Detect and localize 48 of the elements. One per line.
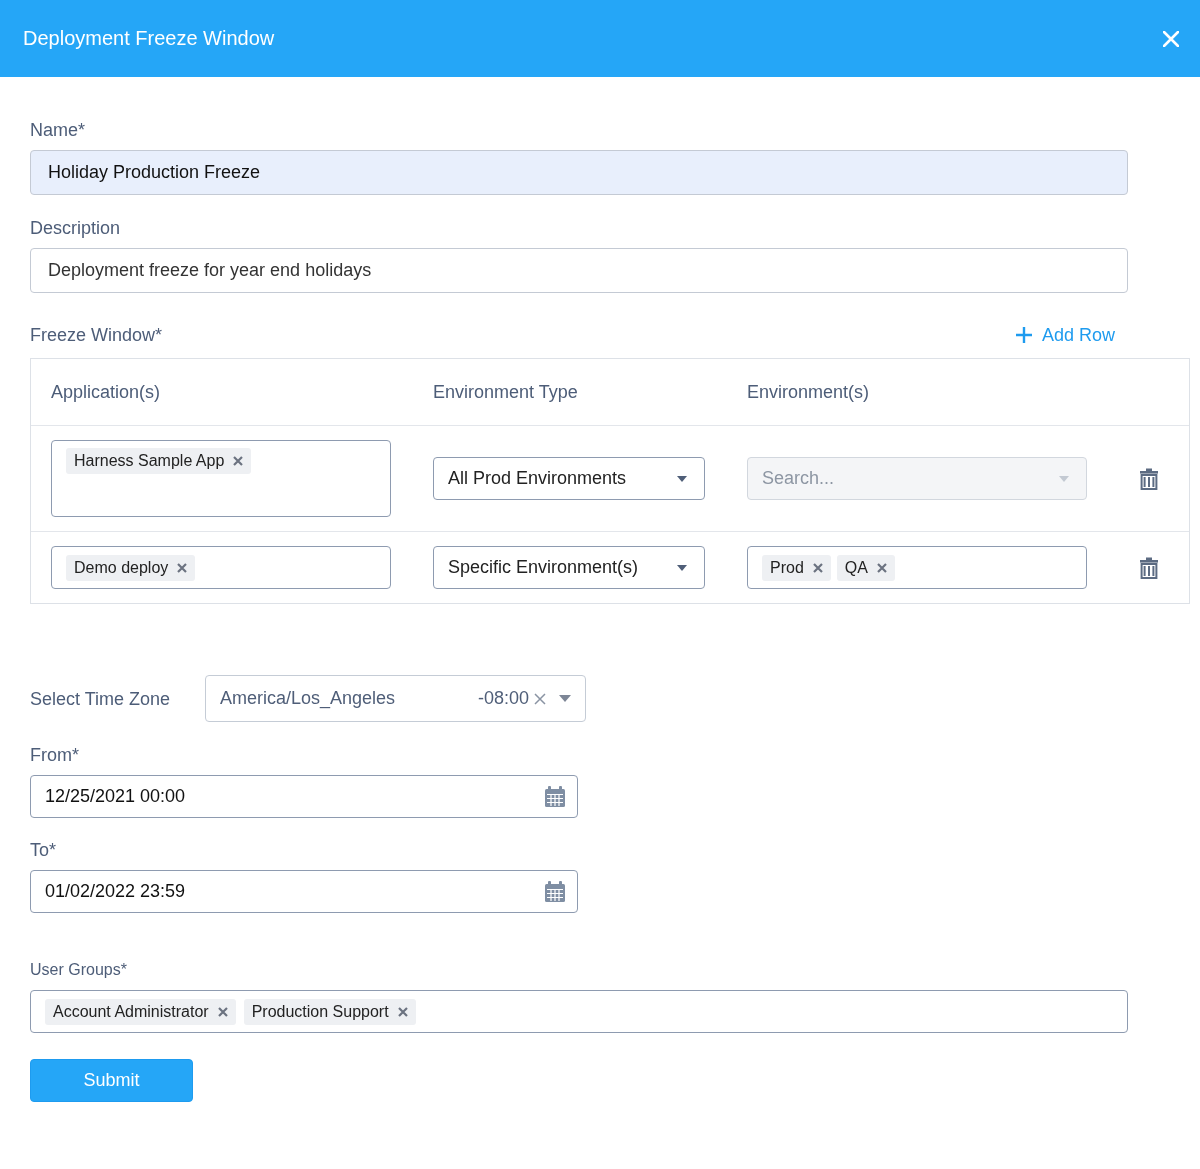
chip-label: QA bbox=[844, 558, 868, 577]
chip-label: Prod bbox=[770, 558, 804, 577]
caret-down-icon bbox=[1059, 475, 1069, 482]
name-field[interactable]: Holiday Production Freeze bbox=[30, 150, 1128, 195]
field-label: User Groups* bbox=[30, 960, 127, 980]
remove-icon[interactable] bbox=[397, 1006, 408, 1017]
remove-icon[interactable] bbox=[876, 562, 887, 573]
time-zone-dropdown[interactable]: America/Los_Angeles -08:00 bbox=[205, 675, 586, 722]
remove-icon[interactable] bbox=[217, 1006, 228, 1017]
time-zone-offset: -08:00 bbox=[477, 688, 529, 709]
caret-down-icon bbox=[677, 564, 687, 571]
to-date-field[interactable]: 01/02/2022 23:59 bbox=[30, 870, 578, 913]
user-groups-field[interactable]: Account Administrator Production Support bbox=[30, 990, 1128, 1033]
calendar-icon[interactable] bbox=[544, 785, 566, 808]
application-field[interactable]: Harness Sample App bbox=[51, 440, 391, 517]
from-date-field[interactable]: 12/25/2021 00:00 bbox=[30, 775, 578, 818]
description-field[interactable]: Deployment freeze for year end holidays bbox=[30, 248, 1128, 293]
clear-icon[interactable] bbox=[534, 692, 546, 705]
application-field[interactable]: Demo deploy bbox=[51, 546, 391, 589]
calendar-icon[interactable] bbox=[544, 880, 566, 903]
field-label: To* bbox=[30, 839, 56, 862]
chip-label: Account Administrator bbox=[53, 1002, 209, 1021]
remove-icon[interactable] bbox=[177, 562, 188, 573]
dialog-title: Deployment Freeze Window bbox=[23, 27, 275, 50]
field-label: Name* bbox=[30, 119, 86, 142]
trash-icon[interactable] bbox=[1140, 556, 1158, 579]
environment-type-dropdown[interactable]: All Prod Environments bbox=[433, 457, 705, 500]
environments-field[interactable]: Prod QA bbox=[747, 546, 1087, 589]
chip-label: Production Support bbox=[251, 1002, 389, 1021]
field-label: Select Time Zone bbox=[30, 687, 172, 711]
column-header: Environment(s) bbox=[747, 381, 870, 403]
field-label: From* bbox=[30, 744, 79, 767]
chip-label: Demo deploy bbox=[74, 558, 169, 577]
column-header: Application(s) bbox=[51, 381, 161, 403]
field-label: Description bbox=[30, 217, 121, 240]
column-header: Environment Type bbox=[433, 381, 578, 403]
caret-down-icon bbox=[677, 475, 687, 482]
plus-icon bbox=[1014, 326, 1033, 344]
time-zone-value: America/Los_Angeles bbox=[220, 688, 396, 709]
remove-icon[interactable] bbox=[812, 562, 823, 573]
chip-label: Harness Sample App bbox=[74, 452, 225, 470]
search-placeholder: Search... bbox=[762, 468, 835, 489]
section-label: Freeze Window* bbox=[30, 324, 163, 347]
environment-type-dropdown[interactable]: Specific Environment(s) bbox=[433, 546, 705, 589]
caret-down-icon bbox=[559, 695, 571, 702]
remove-icon[interactable] bbox=[233, 456, 244, 466]
close-icon[interactable] bbox=[1163, 30, 1179, 47]
trash-icon[interactable] bbox=[1140, 467, 1158, 490]
